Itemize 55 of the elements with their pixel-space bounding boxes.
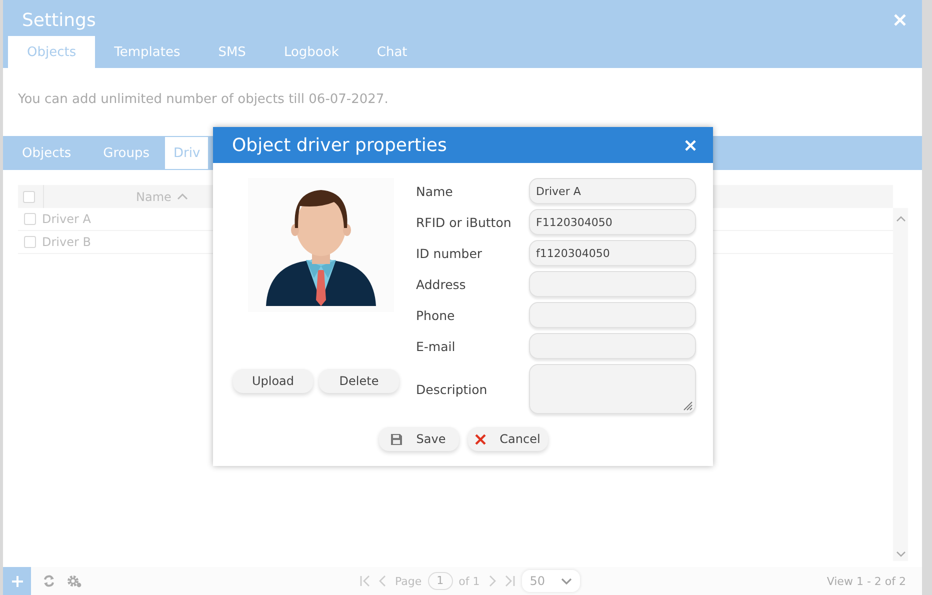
- first-page-icon[interactable]: [359, 575, 371, 587]
- tab[interactable]: Groups: [87, 137, 166, 169]
- close-icon[interactable]: [894, 14, 906, 26]
- tab[interactable]: Chat: [358, 36, 426, 68]
- table-cell: Driver B: [42, 235, 91, 249]
- field-label: Description: [416, 382, 488, 396]
- notice-text: You can add unlimited number of objects till 06-07-2027.: [17, 91, 390, 109]
- photo-button[interactable]: Upload: [233, 369, 313, 393]
- cancel-icon: [474, 434, 486, 444]
- page-input[interactable]: 1: [428, 572, 453, 590]
- close-icon[interactable]: [685, 140, 696, 150]
- field-label: Phone: [416, 308, 456, 322]
- table-cell: Driver A: [42, 212, 91, 226]
- photo-button[interactable]: Delete: [319, 369, 399, 393]
- settings-icon[interactable]: [67, 574, 82, 588]
- record-count: View 1 - 2 of 2: [826, 574, 906, 588]
- add-button[interactable]: [3, 567, 31, 595]
- input-field[interactable]: [529, 333, 696, 359]
- last-page-icon[interactable]: [504, 575, 516, 587]
- tab[interactable]: Driv: [165, 137, 208, 169]
- select-all-checkbox[interactable]: [23, 190, 35, 202]
- page-label: Page: [395, 574, 422, 588]
- field-label: ID number: [416, 246, 484, 260]
- scrollbar[interactable]: [893, 208, 908, 561]
- field-label: E-mail: [416, 338, 456, 354]
- tab[interactable]: SMS: [199, 36, 265, 68]
- save-button[interactable]: Save: [378, 427, 458, 451]
- input-field[interactable]: [529, 302, 696, 328]
- plus-icon: [12, 576, 22, 586]
- row-checkbox[interactable]: [24, 236, 36, 248]
- dialog-title: Object driver properties: [232, 134, 447, 156]
- tab[interactable]: Objects: [8, 36, 96, 68]
- tab[interactable]: Logbook: [264, 36, 358, 68]
- description-field[interactable]: [529, 364, 696, 414]
- sort-ascending-icon: [177, 193, 188, 200]
- cancel-button[interactable]: Cancel: [468, 427, 548, 451]
- field-label: RFID or iButton: [416, 214, 512, 230]
- tab[interactable]: Templates: [95, 36, 200, 68]
- input-field[interactable]: F1120304050: [529, 209, 696, 235]
- field-label: Name: [416, 184, 454, 198]
- resize-grip-icon[interactable]: [682, 400, 693, 411]
- field-label: Address: [416, 276, 467, 292]
- window-title: Settings: [22, 10, 96, 30]
- input-field[interactable]: Driver A: [529, 178, 696, 204]
- input-field[interactable]: f1120304050: [529, 240, 696, 266]
- column-header[interactable]: Name: [136, 190, 172, 204]
- row-checkbox[interactable]: [24, 213, 36, 225]
- page-size-select[interactable]: 50: [522, 570, 580, 592]
- input-field[interactable]: [529, 271, 696, 297]
- tab[interactable]: Objects: [6, 137, 88, 169]
- page-count: of 1: [458, 574, 480, 588]
- scroll-down-icon[interactable]: [896, 551, 906, 557]
- scroll-up-icon[interactable]: [896, 216, 906, 222]
- refresh-icon[interactable]: [42, 574, 56, 588]
- caret-icon: [561, 578, 572, 584]
